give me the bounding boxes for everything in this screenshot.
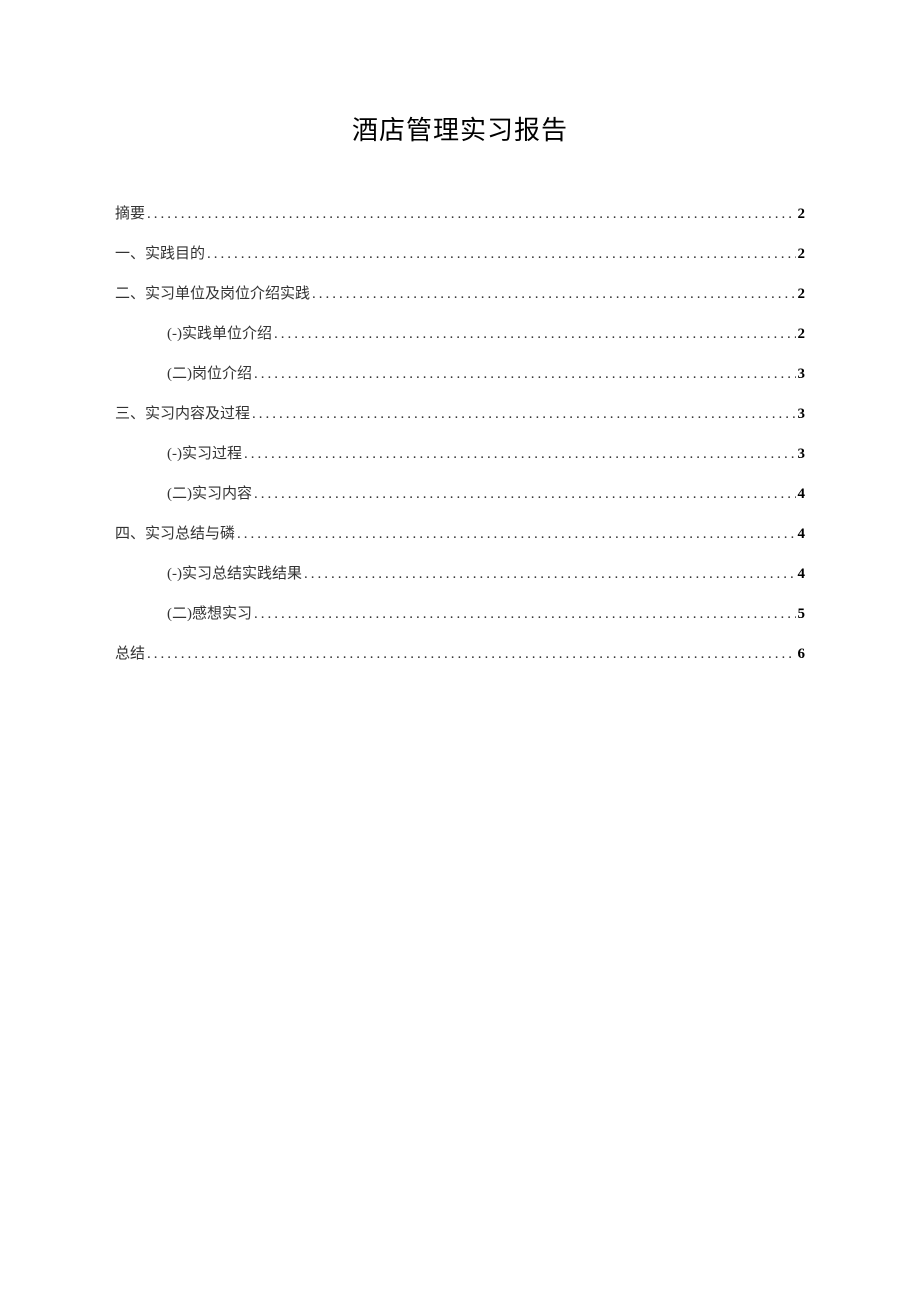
toc-label: (-)实习总结实践结果	[167, 562, 302, 586]
toc-entry: 三、实习内容及过程 3	[115, 402, 805, 426]
toc-entry: 摘要 2	[115, 202, 805, 226]
toc-page: 5	[798, 602, 806, 626]
toc-entry: 二、实习单位及岗位介绍实践 2	[115, 282, 805, 306]
toc-label: 总结	[115, 642, 145, 666]
toc-page: 2	[798, 282, 806, 306]
toc-label: 二、实习单位及岗位介绍实践	[115, 282, 310, 306]
toc-label: (二)实习内容	[167, 482, 252, 506]
toc-label: (二)感想实习	[167, 602, 252, 626]
toc-dots	[207, 242, 795, 266]
toc-dots	[147, 202, 795, 226]
toc-label: 一、实践目的	[115, 242, 205, 266]
toc-entry: 总结 6	[115, 642, 805, 666]
toc-page: 6	[798, 642, 806, 666]
toc-dots	[304, 562, 796, 586]
toc-label: (二)岗位介绍	[167, 362, 252, 386]
toc-page: 4	[798, 522, 806, 546]
toc-dots	[312, 282, 795, 306]
toc-label: 四、实习总结与磷	[115, 522, 235, 546]
table-of-contents: 摘要 2 一、实践目的 2 二、实习单位及岗位介绍实践 2 (-)实践单位介绍 …	[115, 202, 805, 666]
toc-dots	[254, 362, 796, 386]
toc-page: 4	[798, 482, 806, 506]
toc-label: 三、实习内容及过程	[115, 402, 250, 426]
toc-page: 3	[798, 402, 806, 426]
toc-entry: (二)感想实习 5	[115, 602, 805, 626]
toc-page: 2	[798, 322, 806, 346]
toc-entry: 一、实践目的 2	[115, 242, 805, 266]
toc-page: 4	[798, 562, 806, 586]
toc-dots	[274, 322, 796, 346]
toc-page: 2	[798, 242, 806, 266]
toc-entry: (二)岗位介绍 3	[115, 362, 805, 386]
toc-label: (-)实践单位介绍	[167, 322, 272, 346]
toc-entry: (-)实践单位介绍 2	[115, 322, 805, 346]
toc-entry: (二)实习内容 4	[115, 482, 805, 506]
toc-entry: (-)实习过程 3	[115, 442, 805, 466]
toc-page: 3	[798, 362, 806, 386]
toc-dots	[244, 442, 796, 466]
toc-entry: (-)实习总结实践结果 4	[115, 562, 805, 586]
toc-label: (-)实习过程	[167, 442, 242, 466]
toc-dots	[254, 602, 796, 626]
toc-dots	[254, 482, 796, 506]
toc-entry: 四、实习总结与磷 4	[115, 522, 805, 546]
toc-dots	[252, 402, 795, 426]
toc-dots	[237, 522, 795, 546]
toc-label: 摘要	[115, 202, 145, 226]
toc-dots	[147, 642, 795, 666]
toc-page: 2	[798, 202, 806, 226]
toc-page: 3	[798, 442, 806, 466]
document-title: 酒店管理实习报告	[115, 110, 805, 147]
